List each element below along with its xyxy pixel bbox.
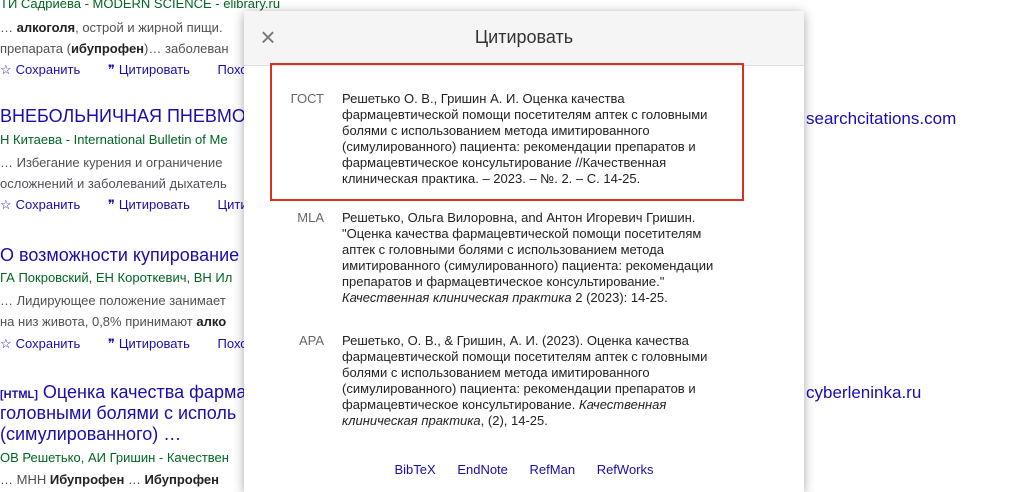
result-snippet: на низ живота, 0,8% принимают алко	[0, 314, 227, 329]
result-snippet: … Лидирующее положение занимает	[0, 293, 226, 308]
result-source: ГА Покровский, ЕН Короткевич, ВН Ил	[0, 270, 233, 285]
cite-link[interactable]: ❞ Цитировать	[108, 336, 202, 351]
dialog-title: Цитировать	[474, 27, 574, 47]
citation-text[interactable]: Решетько, Ольга Вилоровна, and Антон Иго…	[342, 210, 742, 306]
export-links: BibTeX EndNote RefMan RefWorks	[244, 462, 804, 477]
export-endnote-link[interactable]: EndNote	[457, 462, 508, 477]
html-tag: [HTML]	[0, 389, 38, 401]
result-actions: ☆ Сохранить ❞ Цитировать Цити	[0, 197, 260, 213]
citation-label: MLA	[297, 210, 324, 225]
star-icon: ☆	[0, 62, 12, 77]
result-snippet: … алкоголя, острой и жирной пищи.	[0, 20, 223, 35]
result-title[interactable]: ВНЕБОЛЬНИЧНАЯ ПНЕВМО	[0, 106, 246, 127]
export-refman-link[interactable]: RefMan	[530, 462, 576, 477]
dialog-header: × Цитировать	[244, 11, 804, 66]
citation-label: APA	[298, 333, 324, 348]
star-icon: ☆	[0, 197, 12, 212]
citation-text[interactable]: Решетько О. В., Гришин А. И. Оценка каче…	[342, 91, 742, 187]
save-link[interactable]: ☆ Сохранить	[0, 62, 92, 77]
result-title-line[interactable]: (симулированного) …	[0, 424, 181, 445]
result-source: ОВ Решетько, АИ Гришин - Качествен	[0, 450, 229, 465]
save-link[interactable]: ☆ Сохранить	[0, 197, 92, 212]
quote-icon: ❞	[107, 62, 115, 77]
citation-label: ГОСТ	[290, 91, 324, 106]
cite-link[interactable]: ❞ Цитировать	[108, 62, 202, 77]
result-snippet: … МНН Ибупрофен … Ибупрофен	[0, 472, 219, 487]
result-source: Н Китаева - International Bulletin of Me	[0, 132, 228, 147]
cite-dialog: × Цитировать ГОСТ Решетько О. В., Гришин…	[244, 11, 804, 492]
result-actions: ☆ Сохранить ❞ Цитировать Похо	[0, 336, 260, 352]
result-title[interactable]: [HTML] Оценка качества фарма	[0, 382, 246, 403]
result-actions: ☆ Сохранить ❞ Цитировать Похо	[0, 62, 260, 78]
result-title[interactable]: О возможности купирование	[0, 245, 239, 266]
cite-link[interactable]: ❞ Цитировать	[108, 197, 202, 212]
quote-icon: ❞	[107, 336, 115, 351]
result-title-line[interactable]: головными болями с исполь	[0, 403, 236, 424]
save-link[interactable]: ☆ Сохранить	[0, 336, 92, 351]
export-bibtex-link[interactable]: BibTeX	[394, 462, 435, 477]
quote-icon: ❞	[107, 197, 115, 212]
star-icon: ☆	[0, 336, 12, 351]
citation-text[interactable]: Решетько, О. В., & Гришин, А. И. (2023).…	[342, 333, 742, 429]
side-link[interactable]: searchcitations.com	[806, 109, 956, 129]
result-snippet: … Избегание курения и ограничение	[0, 155, 223, 170]
result-snippet: препарата (ибупрофен)… заболеван	[0, 41, 229, 56]
result-source: ТИ Садриева - MODERN SCIENCE - elibrary.…	[0, 0, 281, 11]
side-link[interactable]: cyberleninka.ru	[806, 383, 921, 403]
result-snippet: осложнений и заболеваний дыхатель	[0, 176, 227, 191]
export-refworks-link[interactable]: RefWorks	[597, 462, 654, 477]
